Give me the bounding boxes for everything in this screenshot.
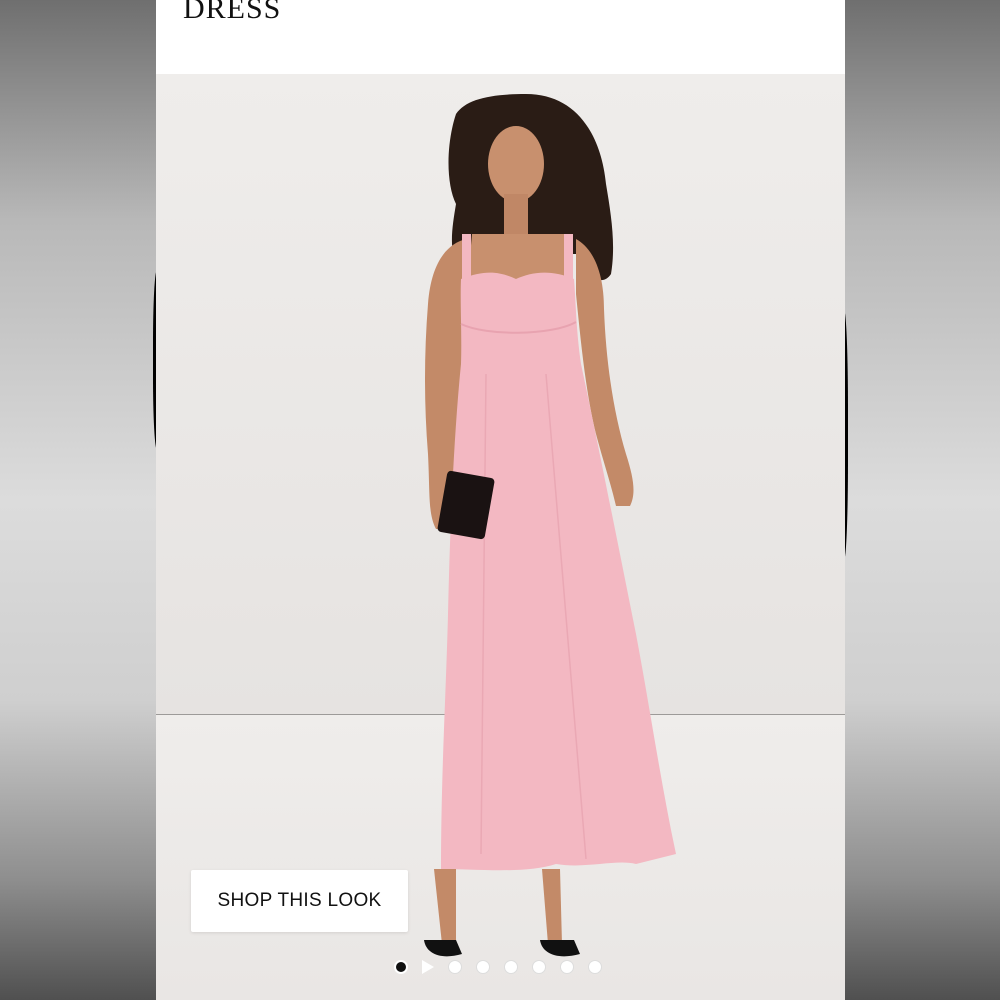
right-shoe bbox=[540, 940, 580, 957]
dress bbox=[441, 272, 676, 871]
right-blur-backdrop bbox=[845, 0, 1000, 1000]
carousel-indicator bbox=[394, 960, 602, 974]
carousel-dot-7[interactable] bbox=[560, 960, 574, 974]
carousel-dot-5[interactable] bbox=[504, 960, 518, 974]
product-page: DRESS SHOP THIS LOOK bbox=[156, 0, 845, 1000]
carousel-dot-8[interactable] bbox=[588, 960, 602, 974]
shop-this-look-button[interactable]: SHOP THIS LOOK bbox=[191, 870, 408, 932]
carousel-dot-3[interactable] bbox=[448, 960, 462, 974]
left-shoe bbox=[424, 940, 462, 957]
product-title: DRESS bbox=[183, 0, 282, 25]
carousel-dot-1[interactable] bbox=[394, 960, 408, 974]
product-image[interactable]: SHOP THIS LOOK bbox=[156, 74, 845, 1000]
model-face bbox=[488, 126, 544, 202]
carousel-video-play-icon[interactable] bbox=[422, 960, 434, 974]
carousel-dot-6[interactable] bbox=[532, 960, 546, 974]
carousel-dot-4[interactable] bbox=[476, 960, 490, 974]
left-blur-backdrop bbox=[0, 0, 156, 1000]
model-figure bbox=[424, 94, 676, 957]
